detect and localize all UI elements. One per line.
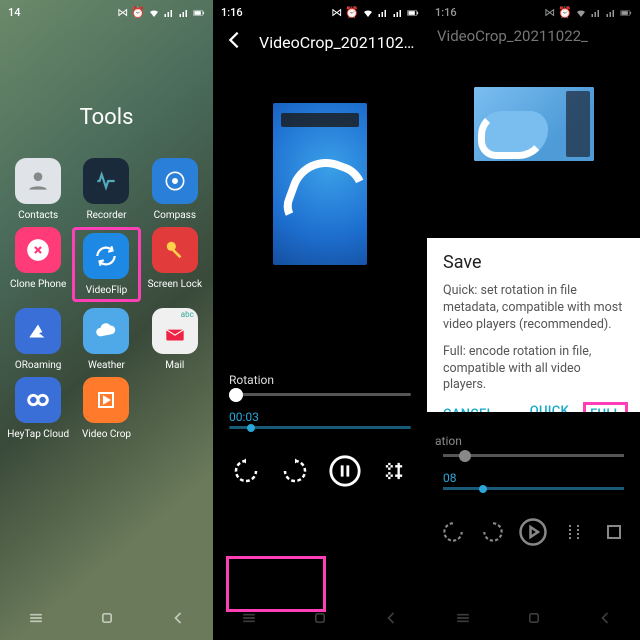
- alarm-icon: ⏰: [345, 6, 359, 19]
- app-label: Contacts: [18, 210, 58, 221]
- time-display: 00:03: [229, 410, 411, 424]
- app-weather[interactable]: Weather: [72, 308, 140, 371]
- status-time: 1:16: [435, 6, 457, 19]
- save-dialog-pane: 1:16 ⋈ ⏰ VideoCrop_20211022_ Save Quick:…: [427, 0, 640, 640]
- pause-button[interactable]: [325, 451, 365, 491]
- back-icon[interactable]: [223, 29, 245, 55]
- app-oroaming[interactable]: ORoaming: [4, 308, 72, 371]
- nav-recent-icon[interactable]: [453, 608, 473, 632]
- nav-back-icon[interactable]: [595, 608, 615, 632]
- dialog-title: Save: [443, 252, 624, 273]
- app-mail[interactable]: abc Mail: [141, 308, 209, 371]
- play-button: [515, 514, 551, 550]
- battery-icon: [407, 7, 419, 19]
- signal-icon-2: [392, 7, 404, 19]
- battery-icon: [193, 7, 205, 19]
- app-label: Video Crop: [82, 429, 131, 440]
- alarm-icon: ⏰: [558, 6, 572, 19]
- app-compass[interactable]: Compass: [141, 158, 209, 221]
- highlight-videoflip: VideoFlip: [72, 227, 140, 302]
- m-icon: ⋈: [331, 6, 342, 19]
- app-label: VideoFlip: [86, 285, 127, 296]
- nav-home-icon[interactable]: [310, 608, 330, 632]
- app-contacts[interactable]: Contacts: [4, 158, 72, 221]
- status-time: 14: [8, 6, 21, 19]
- signal-icon: [377, 7, 389, 19]
- android-navbar: [0, 608, 213, 632]
- signal-icon: [163, 7, 175, 19]
- m-icon: ⋈: [117, 6, 128, 19]
- app-heytap-cloud[interactable]: HeyTap Cloud: [4, 377, 72, 440]
- app-grid: Contacts Recorder Compass Clone Phone Vi…: [0, 130, 213, 468]
- status-bar: 1:16 ⋈ ⏰: [427, 0, 640, 25]
- app-label: Recorder: [86, 210, 126, 221]
- wifi-icon: [362, 7, 374, 19]
- app-recorder[interactable]: Recorder: [72, 158, 140, 221]
- video-preview[interactable]: [273, 103, 367, 265]
- app-label: Clone Phone: [10, 279, 66, 290]
- battery-icon: [620, 7, 632, 19]
- signal-icon-2: [605, 7, 617, 19]
- rotation-slider[interactable]: [229, 393, 411, 396]
- app-label: Compass: [154, 210, 196, 221]
- android-navbar: [427, 608, 640, 632]
- nav-back-icon[interactable]: [381, 608, 401, 632]
- status-bar: 1:16 ⋈ ⏰: [213, 0, 427, 25]
- status-time: 1:16: [221, 6, 243, 19]
- app-screen-lock[interactable]: Screen Lock: [141, 227, 209, 302]
- time-display: 08: [443, 471, 624, 485]
- more-button: [596, 514, 632, 550]
- highlight-rotate-buttons: [226, 556, 326, 612]
- alarm-icon: ⏰: [131, 6, 145, 19]
- video-preview: [474, 87, 594, 161]
- editor-pane: 1:16 ⋈ ⏰ VideoCrop_2021102… Rotation 00:…: [213, 0, 427, 640]
- nav-recent-icon[interactable]: [239, 608, 259, 632]
- android-navbar: [213, 608, 427, 632]
- wifi-icon: [148, 7, 160, 19]
- nav-home-icon[interactable]: [97, 608, 117, 632]
- app-videoflip[interactable]: VideoFlip: [78, 233, 134, 296]
- app-label: ORoaming: [15, 360, 62, 371]
- dialog-quick-desc: Quick: set rotation in file metadata, co…: [443, 283, 624, 334]
- nav-back-icon[interactable]: [168, 608, 188, 632]
- file-title: VideoCrop_2021102…: [259, 33, 414, 52]
- controls-row: [213, 451, 427, 491]
- app-label: Screen Lock: [148, 279, 202, 290]
- app-label: HeyTap Cloud: [7, 429, 69, 440]
- rotation-label: Rotation: [229, 373, 411, 387]
- rotation-slider: [443, 454, 624, 457]
- background-editor: ation 08: [427, 412, 640, 640]
- signal-icon-2: [178, 7, 190, 19]
- folder-title: Tools: [0, 105, 213, 130]
- home-screen-pane: 14 ⋈ ⏰ Tools Con: [0, 0, 213, 640]
- seek-slider: [443, 487, 624, 490]
- signal-icon: [590, 7, 602, 19]
- file-title: VideoCrop_20211022_: [427, 25, 640, 45]
- rotate-cw-button: [475, 514, 511, 550]
- rotation-label-frag: ation: [427, 412, 640, 454]
- status-bar: 14 ⋈ ⏰: [0, 0, 213, 25]
- rotate-cw-button[interactable]: [275, 451, 315, 491]
- dialog-full-desc: Full: encode rotation in file, compatibl…: [443, 344, 624, 395]
- flip-button[interactable]: [374, 451, 414, 491]
- rotate-ccw-button: [435, 514, 471, 550]
- app-video-crop[interactable]: Video Crop: [72, 377, 140, 440]
- rotate-ccw-button[interactable]: [226, 451, 266, 491]
- app-label: Weather: [88, 360, 125, 371]
- app-clone-phone[interactable]: Clone Phone: [4, 227, 72, 302]
- app-label: Mail: [165, 360, 184, 371]
- nav-recent-icon[interactable]: [26, 608, 46, 632]
- wifi-icon: [575, 7, 587, 19]
- m-icon: ⋈: [544, 6, 555, 19]
- flip-button: [556, 514, 592, 550]
- nav-home-icon[interactable]: [524, 608, 544, 632]
- seek-slider[interactable]: [229, 426, 411, 429]
- save-dialog: Save Quick: set rotation in file metadat…: [427, 238, 640, 437]
